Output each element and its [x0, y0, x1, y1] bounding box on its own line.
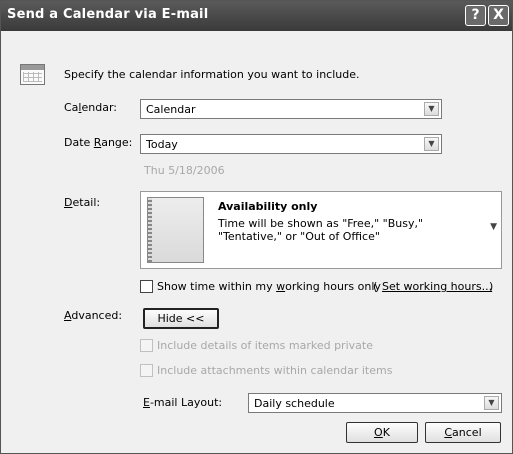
close-button[interactable]: X	[488, 5, 509, 26]
detail-description: Time will be shown as "Free," "Busy," "T…	[218, 217, 424, 243]
date-range-select[interactable]: Today ▼	[140, 134, 442, 154]
private-items-checkbox[interactable]	[140, 339, 153, 352]
chevron-down-icon: ▼	[424, 137, 439, 151]
advanced-label: Advanced:	[64, 309, 123, 322]
calendar-label: Calendar:	[64, 101, 117, 114]
send-calendar-dialog: Send a Calendar via E-mail ? X Specify t…	[0, 0, 513, 454]
paren-open: (	[373, 280, 378, 293]
chevron-down-icon[interactable]: ▼	[490, 222, 497, 232]
date-range-label: Date Range:	[64, 136, 133, 149]
date-range-select-value: Today	[146, 138, 178, 151]
set-working-hours-link[interactable]: Set working hours...	[382, 280, 492, 293]
attachments-checkbox[interactable]	[140, 364, 153, 377]
chevron-down-icon: ▼	[424, 102, 439, 116]
paren-close: )	[489, 280, 494, 293]
private-items-label: Include details of items marked private	[157, 339, 373, 352]
close-icon: X	[493, 7, 504, 23]
date-hint: Thu 5/18/2006	[144, 164, 225, 177]
detail-label: Detail:	[64, 196, 101, 209]
calendar-icon	[20, 64, 45, 85]
ok-button[interactable]: OK	[346, 422, 418, 443]
email-layout-select-value: Daily schedule	[254, 397, 335, 410]
calendar-select[interactable]: Calendar ▼	[140, 99, 442, 119]
cancel-button[interactable]: Cancel	[425, 422, 501, 443]
chevron-down-icon: ▼	[484, 396, 499, 410]
help-button[interactable]: ?	[465, 5, 486, 26]
attachments-label: Include attachments within calendar item…	[157, 364, 393, 377]
hide-advanced-button[interactable]: Hide <<	[143, 308, 219, 329]
window-title: Send a Calendar via E-mail	[7, 7, 209, 22]
working-hours-checkbox[interactable]	[140, 280, 153, 293]
calendar-select-value: Calendar	[146, 103, 196, 116]
help-icon: ?	[471, 7, 480, 23]
detail-selector[interactable]: Availability only Time will be shown as …	[140, 191, 502, 269]
email-layout-label: E-mail Layout:	[143, 396, 223, 409]
email-layout-select[interactable]: Daily schedule ▼	[248, 393, 502, 413]
detail-title: Availability only	[218, 200, 318, 213]
title-bar: Send a Calendar via E-mail ? X	[1, 1, 512, 31]
detail-preview-image	[147, 197, 204, 263]
intro-text: Specify the calendar information you wan…	[64, 68, 360, 81]
working-hours-label: Show time within my working hours only	[157, 280, 381, 293]
